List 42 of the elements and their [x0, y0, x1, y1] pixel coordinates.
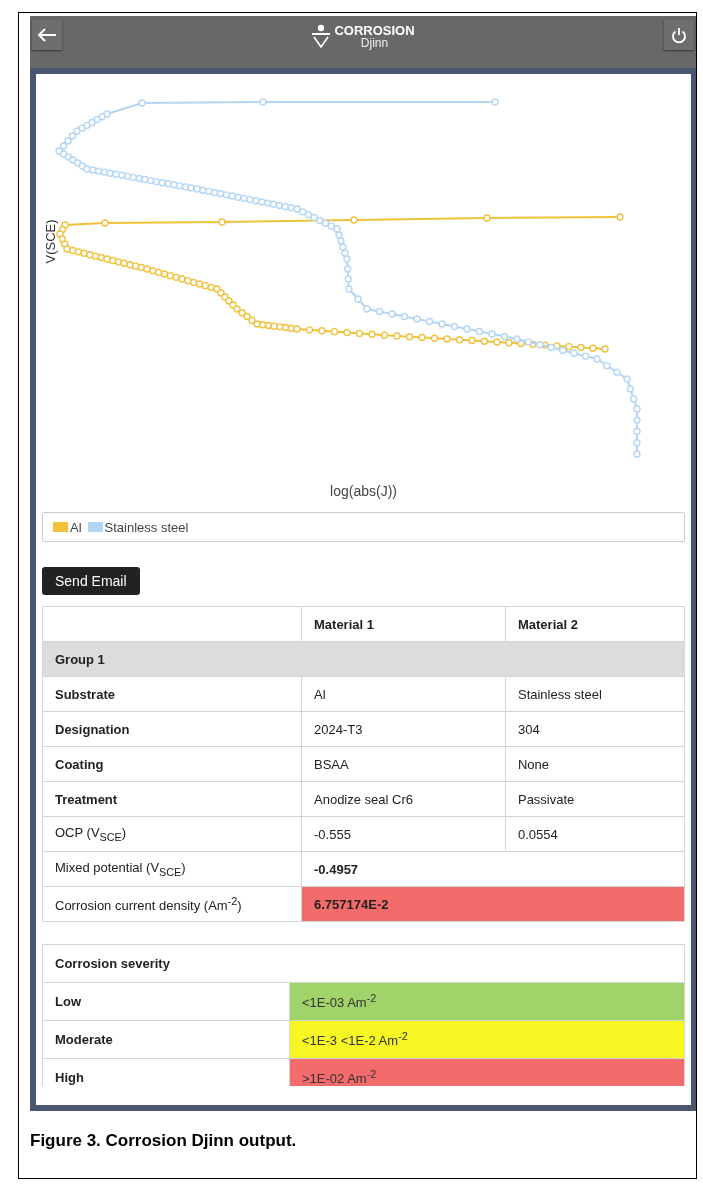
severity-level: Moderate: [42, 1020, 290, 1059]
row-label: Designation: [42, 711, 302, 747]
table-cell: Al: [301, 676, 506, 712]
severity-range: <1E-03 Am$^{-2}$: [289, 982, 685, 1021]
table-cell: Passivate: [505, 781, 685, 817]
logo-icon: [311, 24, 332, 48]
send-email-button[interactable]: Send Email: [42, 567, 140, 595]
legend-label: Al: [70, 519, 82, 535]
table-cell: 304: [505, 711, 685, 747]
figure-caption: Figure 3. Corrosion Djinn output.: [30, 1131, 298, 1151]
row-label: Mixed potential (V$_{SCE}$): [42, 851, 302, 887]
table-cell: None: [505, 746, 685, 782]
row-label: Corrosion current density (Am$^{-2}$): [42, 886, 302, 922]
back-arrow-icon: [37, 27, 57, 43]
table-cell: Stainless steel: [505, 676, 685, 712]
severity-range: >1E-02 Am$^{-2}$: [289, 1058, 685, 1086]
table-cell: 0.0554: [505, 816, 685, 852]
severity-level: Low: [42, 982, 290, 1021]
column-header: Material 1: [301, 606, 506, 642]
logo-title: CORROSION: [334, 23, 415, 37]
table-cell: -0.555: [301, 816, 506, 852]
severity-level: High: [42, 1058, 290, 1086]
x-axis-label: log(abs(J)): [330, 483, 397, 499]
result-value: -0.4957: [301, 851, 685, 887]
row-label: Coating: [42, 746, 302, 782]
result-value: 6.757174E-2: [301, 886, 685, 922]
logo-subtitle: Djinn: [360, 36, 389, 49]
row-label: Substrate: [42, 676, 302, 712]
legend-label: Stainless steel: [104, 519, 189, 535]
back-button[interactable]: [32, 20, 62, 50]
row-label: Treatment: [42, 781, 302, 817]
column-header: Material 2: [505, 606, 685, 642]
table-cell: Anodize seal Cr6: [301, 781, 506, 817]
power-button[interactable]: [664, 20, 694, 50]
table-cell: 2024-T3: [301, 711, 506, 747]
y-axis-label: V(SCE): [42, 219, 58, 264]
table-cell: BSAA: [301, 746, 506, 782]
group-header: Group 1: [42, 641, 685, 677]
severity-range: <1E-3 <1E-2 Am$^{-2}$: [289, 1020, 685, 1059]
power-icon: [671, 26, 687, 44]
row-label: OCP (V$_{SCE}$): [42, 816, 302, 852]
severity-title: Corrosion severity: [42, 944, 685, 983]
